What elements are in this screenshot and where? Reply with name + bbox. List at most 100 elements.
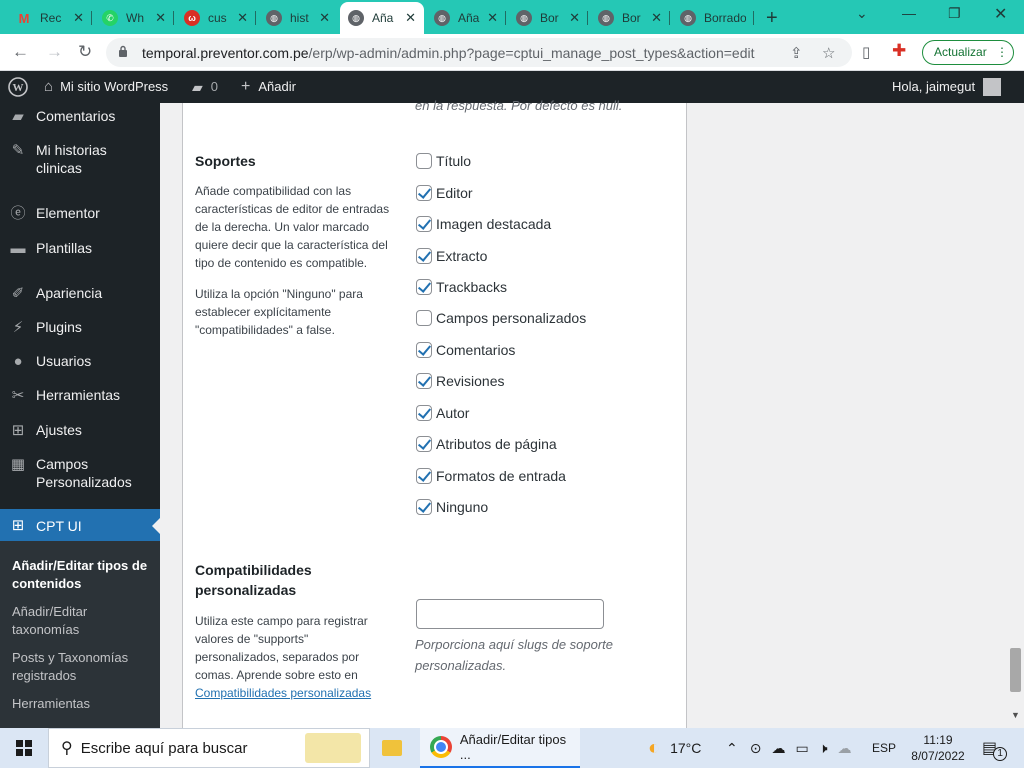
pin-icon: ✎ [11, 142, 25, 159]
language-indicator[interactable]: ESP [872, 728, 896, 768]
cloud-icon[interactable]: ☁ [771, 740, 785, 757]
onedrive-icon[interactable]: ☁ [838, 740, 852, 757]
support-author-checkbox[interactable]: Autor [416, 403, 469, 423]
close-tab-icon[interactable]: ✕ [569, 10, 580, 26]
network-icon[interactable]: ▭ [795, 740, 808, 757]
restore-icon[interactable]: ❐ [948, 5, 961, 22]
checkbox[interactable] [416, 436, 432, 452]
support-comments-checkbox[interactable]: Comentarios [416, 340, 515, 360]
comment-icon: ▰ [12, 108, 24, 125]
support-page-attributes-checkbox[interactable]: Atributos de página [416, 434, 557, 454]
page-scrollbar[interactable]: ▼ [1007, 103, 1024, 728]
sidebar-item-elementor[interactable]: ⓔ Elementor [0, 204, 160, 224]
taskbar-search-box[interactable]: ⚲ Escribe aquí para buscar [48, 728, 370, 768]
support-custom-fields-checkbox[interactable]: Campos personalizados [416, 308, 586, 328]
checkbox[interactable] [416, 216, 432, 232]
wordpress-logo-icon[interactable]: W [8, 71, 28, 103]
taskbar-chrome-app[interactable]: Añadir/Editar tipos ... [420, 728, 580, 768]
clock[interactable]: 11:19 8/07/2022 [910, 728, 966, 768]
back-icon[interactable]: ← [12, 42, 29, 62]
home-icon: ⌂ [44, 78, 54, 95]
custom-supports-input[interactable] [416, 599, 604, 629]
checkbox[interactable] [416, 342, 432, 358]
browser-tab[interactable]: ◍ Bor ✕ [590, 3, 670, 33]
search-highlight-icon [305, 733, 361, 763]
support-trackbacks-checkbox[interactable]: Trackbacks [416, 277, 507, 297]
browser-tab[interactable]: ◍ Borrado [672, 3, 754, 33]
bookmark-star-icon[interactable]: ☆ [822, 44, 835, 62]
sidebar-item-apariencia[interactable]: ✐ Apariencia [0, 284, 160, 304]
close-tab-icon[interactable]: ✕ [487, 10, 498, 26]
browser-tab[interactable]: ◍ Aña ✕ [426, 3, 506, 33]
meet-icon[interactable]: ⊙ [750, 740, 762, 757]
profile-icon[interactable]: ✚ [892, 41, 906, 61]
forward-icon[interactable]: → [46, 42, 63, 62]
chevron-up-icon[interactable]: ⌃ [726, 740, 738, 757]
browser-tab[interactable]: ✆ Wh ✕ [94, 3, 174, 33]
tab-search-icon[interactable]: ⌄ [856, 5, 868, 22]
side-panel-icon[interactable]: ▯ [862, 43, 870, 61]
checkbox[interactable] [416, 185, 432, 201]
sidebar-item-historias[interactable]: ✎ Mi historias clinicas [0, 141, 160, 177]
support-none-checkbox[interactable]: Ninguno [416, 497, 488, 517]
submenu-item-post-types[interactable]: Añadir/Editar tipos de contenidos [12, 557, 152, 593]
sidebar-item-campos[interactable]: ▦ Campos Personalizados [0, 455, 160, 491]
volume-mute-icon[interactable]: 🕨 [819, 740, 828, 757]
reload-icon[interactable]: ↻ [78, 42, 92, 62]
sidebar-item-cptui[interactable]: ⊞ CPT UI [0, 509, 160, 543]
browser-tab[interactable]: ω cus ✕ [176, 3, 256, 33]
update-button[interactable]: Actualizar ⋮ [922, 40, 1014, 65]
my-account-link[interactable]: Hola, jaimegut [892, 71, 1002, 103]
submenu-item-registered[interactable]: Posts y Taxonomías registrados [12, 649, 152, 685]
more-icon: ⋮ [996, 45, 1009, 59]
checkbox[interactable] [416, 248, 432, 264]
close-tab-icon[interactable]: ✕ [319, 10, 330, 26]
checkbox[interactable] [416, 499, 432, 515]
sidebar-item-comentarios[interactable]: ▰ Comentarios [0, 107, 160, 127]
custom-supports-docs-link[interactable]: Compatibilidades personalizadas [195, 686, 371, 700]
checkbox[interactable] [416, 405, 432, 421]
sidebar-item-plantillas[interactable]: ▬ Plantillas [0, 239, 160, 259]
close-window-icon[interactable]: ✕ [994, 4, 1007, 24]
comments-link[interactable]: ▰ 0 [192, 71, 218, 103]
browser-tab[interactable]: ◍ Bor ✕ [508, 3, 588, 33]
support-thumbnail-checkbox[interactable]: Imagen destacada [416, 214, 551, 234]
weather-widget[interactable]: ◐ 17°C [648, 728, 701, 768]
new-tab-icon[interactable]: + [766, 7, 778, 30]
sidebar-item-plugins[interactable]: ⚡ Plugins [0, 318, 160, 338]
browser-tab-active[interactable]: ◍ Aña ✕ [340, 2, 424, 34]
checkbox[interactable] [416, 153, 432, 169]
close-tab-icon[interactable]: ✕ [155, 10, 166, 26]
submenu-item-taxonomies[interactable]: Añadir/Editar taxonomías [12, 603, 152, 639]
share-icon[interactable]: ⇪ [790, 44, 803, 62]
checkbox[interactable] [416, 373, 432, 389]
notifications-button[interactable]: ▤ 1 [982, 728, 1008, 768]
minimize-icon[interactable]: — [902, 5, 916, 21]
sidebar-item-herramientas[interactable]: ✂ Herramientas [0, 386, 160, 406]
file-explorer-icon[interactable] [382, 728, 402, 768]
close-tab-icon[interactable]: ✕ [73, 10, 84, 26]
sidebar-item-ajustes[interactable]: ⊞ Ajustes [0, 421, 160, 441]
new-content-link[interactable]: + Añadir [241, 71, 296, 103]
browser-tab[interactable]: ◍ hist ✕ [258, 3, 338, 33]
support-excerpt-checkbox[interactable]: Extracto [416, 246, 487, 266]
checkbox[interactable] [416, 310, 432, 326]
scrollbar-thumb[interactable] [1010, 648, 1021, 692]
support-revisions-checkbox[interactable]: Revisiones [416, 371, 504, 391]
support-editor-checkbox[interactable]: Editor [416, 183, 473, 203]
support-post-formats-checkbox[interactable]: Formatos de entrada [416, 466, 566, 486]
address-bar[interactable]: temporal.preventor.com.pe/erp/wp-admin/a… [106, 38, 852, 67]
greeting: Hola, jaimegut [892, 79, 976, 94]
close-tab-icon[interactable]: ✕ [651, 10, 662, 26]
close-tab-icon[interactable]: ✕ [237, 10, 248, 26]
site-name-link[interactable]: ⌂ Mi sitio WordPress [44, 71, 168, 103]
submenu-item-tools[interactable]: Herramientas [12, 695, 152, 713]
checkbox[interactable] [416, 279, 432, 295]
windows-start-icon[interactable] [16, 728, 32, 768]
close-tab-icon[interactable]: ✕ [405, 10, 416, 26]
scroll-down-arrow-icon[interactable]: ▼ [1011, 710, 1020, 720]
browser-tab[interactable]: M Rec ✕ [8, 3, 92, 33]
checkbox[interactable] [416, 468, 432, 484]
sidebar-item-usuarios[interactable]: ● Usuarios [0, 352, 160, 372]
support-title-checkbox[interactable]: Título [416, 151, 471, 171]
